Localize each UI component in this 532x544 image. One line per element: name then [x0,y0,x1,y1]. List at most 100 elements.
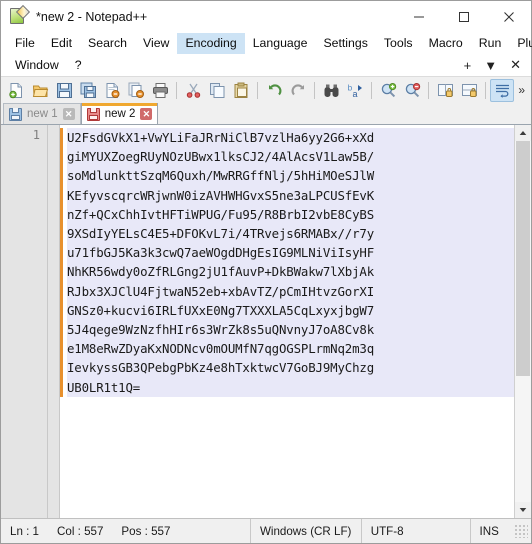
status-col: Col : 557 [57,524,104,538]
save-state-icon [9,107,22,121]
code-line: NhKR56wdy0oZfRLGng2jU1fAuvP+DkBWakw7lXbj… [67,262,514,282]
code-line: IevkyssGB3QPebgPbKz4e8hTxktwcV7GoBJ9MyCh… [67,358,514,378]
save-state-icon-modified [86,107,100,121]
svg-text:a: a [352,89,357,99]
menu-item-settings[interactable]: Settings [315,33,375,54]
toolbar-separator [485,81,486,99]
menu-item-macro[interactable]: Macro [421,33,471,54]
word-wrap-icon[interactable] [490,78,514,102]
window-controls [396,1,531,32]
menu-item-run[interactable]: Run [471,33,510,54]
scrollbar-track[interactable] [515,141,531,502]
tab-new-1[interactable]: new 1 ✕ [3,103,81,124]
window-title: *new 2 - Notepad++ [36,9,148,24]
menu-item-plugins[interactable]: Plugins [509,33,532,54]
save-all-icon[interactable] [76,79,100,102]
code-line: soMdlunkttSzqM6Quxh/MwRRGffNlj/5hHiMOeSJ… [67,166,514,186]
save-icon[interactable] [52,79,76,102]
encoding-cell[interactable]: UTF-8 [362,519,471,543]
menu-row-secondary: Window ? [7,54,525,76]
code-line: U2FsdGVkX1+VwYLiFaJRrNiClB7vzlHa6yy2G6+x… [67,128,514,148]
paste-icon[interactable] [229,79,253,102]
menu-item-view[interactable]: View [135,33,177,54]
code-line: GNSz0+kucvi6IRLfUXxE0Ng7TXXXLA5CqLxyxjbg… [67,300,514,321]
tab-new-2[interactable]: new 2 ✕ [80,103,159,124]
toolbar-overflow-chevron-icon[interactable]: » [518,83,528,97]
menu-bar: File Edit Search View Encoding Language … [1,32,532,76]
code-line: 9XSdIyYELsC4E5+DFOKvL7i/4TRvejs6RMABx//r… [67,224,514,244]
new-tab-plus-icon[interactable]: + [464,58,472,73]
status-line: Ln : 1 [10,524,40,538]
code-editor[interactable]: U2FsdGVkX1+VwYLiFaJRrNiClB7vzlHa6yy2G6+x… [60,125,514,518]
cursor-position-cell: Ln : 1 Col : 557 Pos : 557 [1,519,251,543]
menu-item-window[interactable]: Window [7,55,67,76]
menu-item-file[interactable]: File [7,33,43,54]
close-all-files-icon[interactable] [124,79,148,102]
replace-icon[interactable]: ba [343,79,367,102]
code-line: e1M8eRwZDyaKxNODNcv0mOUMfN7qgOGSPLrmNq2m… [67,339,514,359]
fold-margin [48,125,60,518]
zoom-in-icon[interactable] [376,79,400,102]
insert-mode-cell[interactable]: INS [471,519,515,543]
code-line: u71fbGJ5Ka3k3cwQ7aeWOgdDHgEsIG9MLNiViIsy… [67,243,514,263]
tab-bar: new 1 ✕ new 2 ✕ [1,103,531,125]
menu-right-controls: + ▼ ✕ [464,54,527,76]
scroll-down-arrow-icon[interactable] [515,502,531,518]
tab-label: new 2 [104,108,136,120]
open-file-icon[interactable] [28,79,52,102]
maximize-button[interactable] [441,1,486,32]
sync-horizontal-scroll-icon[interactable] [457,79,481,102]
menu-row-primary: File Edit Search View Encoding Language … [7,32,532,54]
title-bar: *new 2 - Notepad++ [1,1,531,32]
code-line: RJbx3XJClU4FjtwaN52eb+xbAvTZ/pCmIHtvzGor… [67,281,514,301]
status-bar: Ln : 1 Col : 557 Pos : 557 Windows (CR L… [1,518,531,543]
resize-grip-icon[interactable] [514,524,528,538]
tab-close-icon[interactable]: ✕ [140,108,153,120]
line-number: 1 [32,128,40,142]
tab-close-icon[interactable]: ✕ [62,108,75,120]
notepad-plus-plus-icon [10,4,31,25]
code-line: UB0LR1t1Q= [67,377,514,397]
menu-item-search[interactable]: Search [80,33,135,54]
menu-item-help[interactable]: ? [67,55,90,76]
toolbar-separator [314,81,315,99]
code-line: 5J4qege9WzNzfhHIr6s3WrZk8s5uQNvnyJ7oA8Cv… [67,320,514,340]
code-line: nZf+QCxChhIvtHFTiWPUG/Fu95/R8BrbI2vbE8Cy… [67,204,514,225]
scrollbar-thumb[interactable] [516,141,530,376]
redo-icon[interactable] [286,79,310,102]
undo-icon[interactable] [262,79,286,102]
menu-item-encoding[interactable]: Encoding [177,32,245,54]
line-number-gutter: 1 [1,125,48,518]
toolbar: ba » [1,76,531,103]
copy-icon[interactable] [205,79,229,102]
toolbar-separator [176,81,177,99]
code-text[interactable]: U2FsdGVkX1+VwYLiFaJRrNiClB7vzlHa6yy2G6+x… [60,128,514,397]
vertical-scrollbar[interactable] [514,125,531,518]
menu-item-edit[interactable]: Edit [43,33,80,54]
zoom-out-icon[interactable] [400,79,424,102]
modified-line-marker [60,128,63,397]
sync-vertical-scroll-icon[interactable] [433,79,457,102]
menu-item-language[interactable]: Language [245,33,316,54]
tab-label: new 1 [27,108,58,120]
print-icon[interactable] [148,79,172,102]
code-line: giMYUXZoegRUyNOzUBwx1lksCJ2/4AlAcsV1Law5… [67,147,514,167]
find-icon[interactable] [319,79,343,102]
code-line: KEfyvscqrcWRjwnW0izAVHWHGvxS5ne3aLPCUSfE… [67,185,514,205]
toolbar-separator [428,81,429,99]
toolbar-separator [257,81,258,99]
eol-format-cell[interactable]: Windows (CR LF) [251,519,362,543]
close-file-icon[interactable] [100,79,124,102]
close-button[interactable] [486,1,531,32]
status-pos: Pos : 557 [121,524,171,538]
scroll-up-arrow-icon[interactable] [515,125,531,141]
notepadpp-window: *new 2 - Notepad++ File Edit Search View… [0,0,532,544]
tab-list-chevron-icon[interactable]: ▼ [484,58,497,73]
toolbar-separator [371,81,372,99]
close-document-icon[interactable]: ✕ [510,57,521,73]
minimize-button[interactable] [396,1,441,32]
new-file-icon[interactable] [4,79,28,102]
cut-icon[interactable] [181,79,205,102]
editor-area: 1 U2FsdGVkX1+VwYLiFaJRrNiClB7vzlHa6yy2G6… [1,125,531,518]
menu-item-tools[interactable]: Tools [376,33,421,54]
